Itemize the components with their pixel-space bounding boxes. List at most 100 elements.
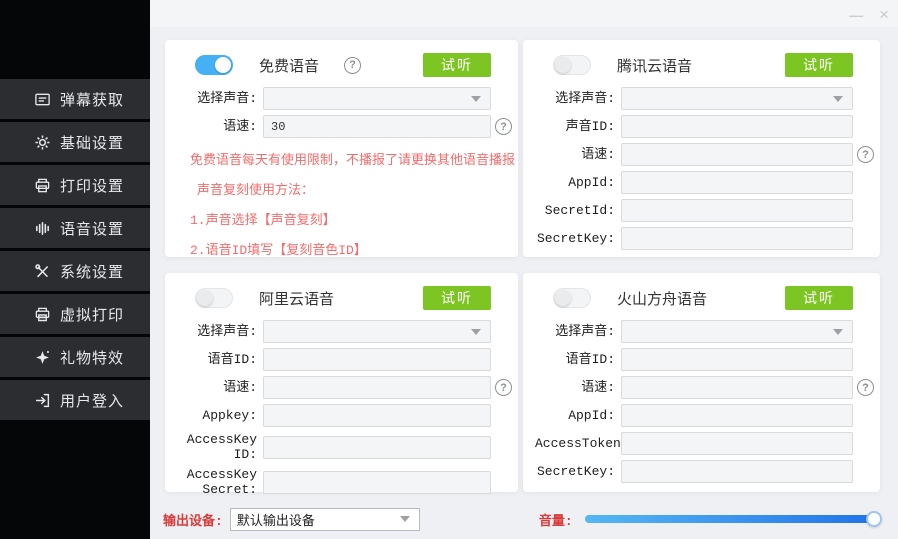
virtual-printer-icon (33, 305, 51, 323)
secret-id-input[interactable] (621, 199, 853, 222)
output-device-value: 默认输出设备 (231, 510, 315, 529)
toggle-knob (197, 290, 213, 306)
volume-slider-fill (585, 515, 880, 523)
panel-notes: 免费语音每天有使用限制，不播报了请更换其他语音播报声音复刻使用方法：1.声音选择… (177, 146, 512, 266)
app-key-input[interactable] (263, 404, 491, 427)
chevron-down-icon (833, 96, 843, 102)
minimize-icon[interactable]: — (849, 8, 863, 22)
close-icon[interactable]: × (879, 7, 889, 22)
sidebar-item-system-settings[interactable]: 系统设置 (0, 251, 150, 291)
voice-select-dropdown[interactable] (263, 320, 491, 343)
panel-tencent: 腾讯云语音 试听 选择声音: 声音ID: 语速: ? (523, 40, 880, 257)
help-icon[interactable]: ? (344, 57, 361, 74)
panel-title: 免费语音 (259, 55, 319, 76)
help-icon[interactable]: ? (495, 118, 512, 135)
field-value: 30 (264, 120, 285, 134)
field-label: 选择声音: (177, 91, 263, 106)
toggle-aliyun[interactable] (195, 288, 233, 308)
access-token-input[interactable] (621, 432, 853, 455)
panel-note: 声音复刻使用方法： (190, 176, 512, 206)
toggle-free[interactable] (195, 55, 233, 75)
sidebar-item-virtual-print[interactable]: 虚拟打印 (0, 294, 150, 334)
sidebar-item-danmaku-fetch[interactable]: 弹幕获取 (0, 79, 150, 119)
voice-select-dropdown[interactable] (621, 320, 853, 343)
access-key-secret-input[interactable] (263, 471, 491, 494)
help-icon[interactable]: ? (495, 379, 512, 396)
field-label: 语速: (177, 380, 263, 395)
sidebar-item-gift-effects[interactable]: 礼物特效 (0, 337, 150, 377)
sidebar-item-label: 系统设置 (60, 261, 124, 282)
panel-note: 1.声音选择【声音复刻】 (190, 206, 512, 236)
field-row: 语音ID: (177, 348, 512, 371)
panel-header: 火山方舟语音 试听 (535, 285, 853, 311)
field-row: 语音ID: (535, 348, 874, 371)
panel-fields: 选择声音: 语音ID: 语速: ? Appkey: (177, 320, 512, 497)
access-key-id-input[interactable] (263, 436, 491, 459)
sidebar-item-basic-settings[interactable]: 基础设置 (0, 122, 150, 162)
speech-rate-input[interactable] (263, 376, 491, 399)
sidebar-item-print-settings[interactable]: 打印设置 (0, 165, 150, 205)
printer-icon (33, 176, 51, 194)
volume-slider[interactable] (585, 515, 880, 523)
field-row: 语速: 30 ? (177, 115, 512, 138)
chevron-down-icon (833, 329, 843, 335)
speech-rate-input[interactable] (621, 143, 853, 166)
toggle-knob (215, 57, 231, 73)
danmaku-icon (33, 90, 51, 108)
volume-slider-handle[interactable] (866, 511, 882, 527)
sidebar-item-label: 虚拟打印 (60, 304, 124, 325)
output-device-select[interactable]: 默认输出设备 (230, 508, 420, 531)
help-icon[interactable]: ? (857, 379, 874, 396)
sidebar-item-label: 用户登入 (60, 390, 124, 411)
field-label: 选择声音: (535, 91, 621, 106)
secret-key-input[interactable] (621, 227, 853, 250)
voice-id-input[interactable] (621, 348, 853, 371)
voice-bars-icon (33, 219, 51, 237)
field-row: SecretId: (535, 199, 874, 222)
field-row: 声音ID: (535, 115, 874, 138)
toggle-knob (555, 57, 571, 73)
field-label: SecretKey: (535, 464, 621, 479)
sidebar-item-user-login[interactable]: 用户登入 (0, 380, 150, 420)
field-row: 选择声音: (535, 320, 874, 343)
help-icon[interactable]: ? (857, 146, 874, 163)
field-label: 语速: (535, 147, 621, 162)
preview-button-aliyun[interactable]: 试听 (423, 286, 491, 310)
voice-id-input[interactable] (263, 348, 491, 371)
speech-rate-input[interactable]: 30 (263, 115, 491, 138)
app-id-input[interactable] (621, 171, 853, 194)
secret-key-input[interactable] (621, 460, 853, 483)
preview-button-volcano[interactable]: 试听 (785, 286, 853, 310)
sidebar-menu: 弹幕获取 基础设置 打印设置 语音设置 系统设置 虚拟打印 礼物特效 用户登入 (0, 79, 150, 423)
chevron-down-icon (400, 516, 410, 522)
login-icon (33, 391, 51, 409)
panel-title: 腾讯云语音 (617, 55, 692, 76)
field-label: 语速: (535, 380, 621, 395)
window-controls: — × (849, 7, 889, 22)
toggle-volcano[interactable] (553, 288, 591, 308)
app-id-input[interactable] (621, 404, 853, 427)
toggle-tencent[interactable] (553, 55, 591, 75)
sidebar-item-voice-settings[interactable]: 语音设置 (0, 208, 150, 248)
voice-id-input[interactable] (621, 115, 853, 138)
field-row: SecretKey: (535, 227, 874, 250)
voice-select-dropdown[interactable] (621, 87, 853, 110)
panel-title: 火山方舟语音 (617, 288, 707, 309)
panel-header: 免费语音 ? 试听 (177, 52, 491, 78)
gear-icon (33, 133, 51, 151)
voice-select-dropdown[interactable] (263, 87, 491, 110)
field-row: Appkey: (177, 404, 512, 427)
preview-button-tencent[interactable]: 试听 (785, 53, 853, 77)
panel-fields: 选择声音: 声音ID: 语速: ? AppId: (535, 87, 874, 250)
field-row: 语速: ? (177, 376, 512, 399)
preview-button-free[interactable]: 试听 (423, 53, 491, 77)
panel-fields: 选择声音: 语音ID: 语速: ? AppId: (535, 320, 874, 483)
field-row: SecretKey: (535, 460, 874, 483)
tools-icon (33, 262, 51, 280)
panel-fields: 选择声音: 语速: 30 ? (177, 87, 512, 138)
field-row: 语速: ? (535, 376, 874, 399)
chevron-down-icon (471, 329, 481, 335)
speech-rate-input[interactable] (621, 376, 853, 399)
sidebar-item-label: 语音设置 (60, 218, 124, 239)
sidebar-item-label: 打印设置 (60, 175, 124, 196)
